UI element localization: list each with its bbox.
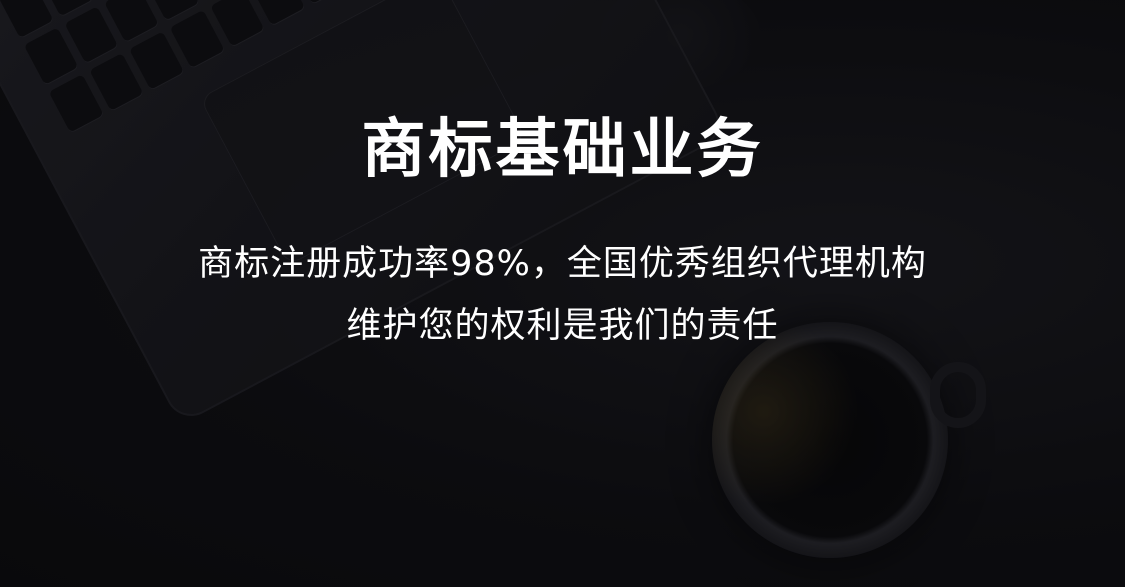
banner-content: 商标基础业务 商标注册成功率98%，全国优秀组织代理机构 维护您的权利是我们的责…: [0, 0, 1125, 587]
hero-banner: 商标基础业务 商标注册成功率98%，全国优秀组织代理机构 维护您的权利是我们的责…: [0, 0, 1125, 587]
banner-subtitle-line-1: 商标注册成功率98%，全国优秀组织代理机构: [198, 244, 927, 284]
banner-subtitle-line-2: 维护您的权利是我们的责任: [346, 306, 779, 346]
banner-title: 商标基础业务: [361, 113, 764, 187]
